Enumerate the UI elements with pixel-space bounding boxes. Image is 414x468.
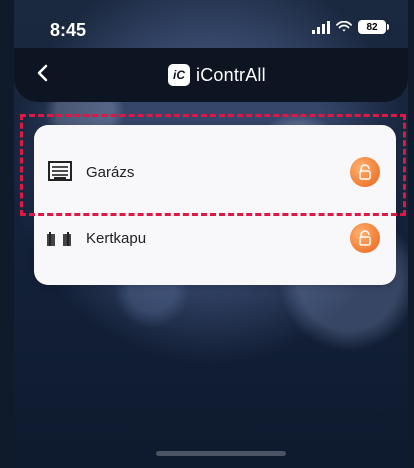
device-row-garazs[interactable]: Garázs [34,137,396,207]
gate-icon [34,228,86,248]
device-label: Garázs [86,163,135,181]
app-brand: iC iContrAll [168,62,266,88]
status-icons: 82 [312,20,389,34]
unlock-button[interactable] [350,223,380,253]
wifi-icon [336,21,352,32]
unlock-icon [359,164,371,180]
device-row-kertkapu[interactable]: Kertkapu [34,207,396,269]
back-button[interactable] [34,62,52,84]
app-logo: iC [168,64,190,86]
device-label: Kertkapu [86,229,147,247]
status-time: 8:45 [50,20,87,40]
chevron-left-icon [37,64,48,82]
app-screen: 8:45 82 iC iContrAll Garázs Kertkapu [14,0,408,468]
garage-door-icon [34,158,86,186]
signal-icon [312,20,330,34]
unlock-button[interactable] [350,157,380,187]
home-indicator [156,451,286,456]
app-title: iContrAll [196,64,266,85]
top-nav-bar: iC iContrAll [14,48,408,102]
battery-indicator: 82 [358,20,389,34]
unlock-icon [359,230,371,246]
device-list-card: Garázs Kertkapu [34,125,396,285]
